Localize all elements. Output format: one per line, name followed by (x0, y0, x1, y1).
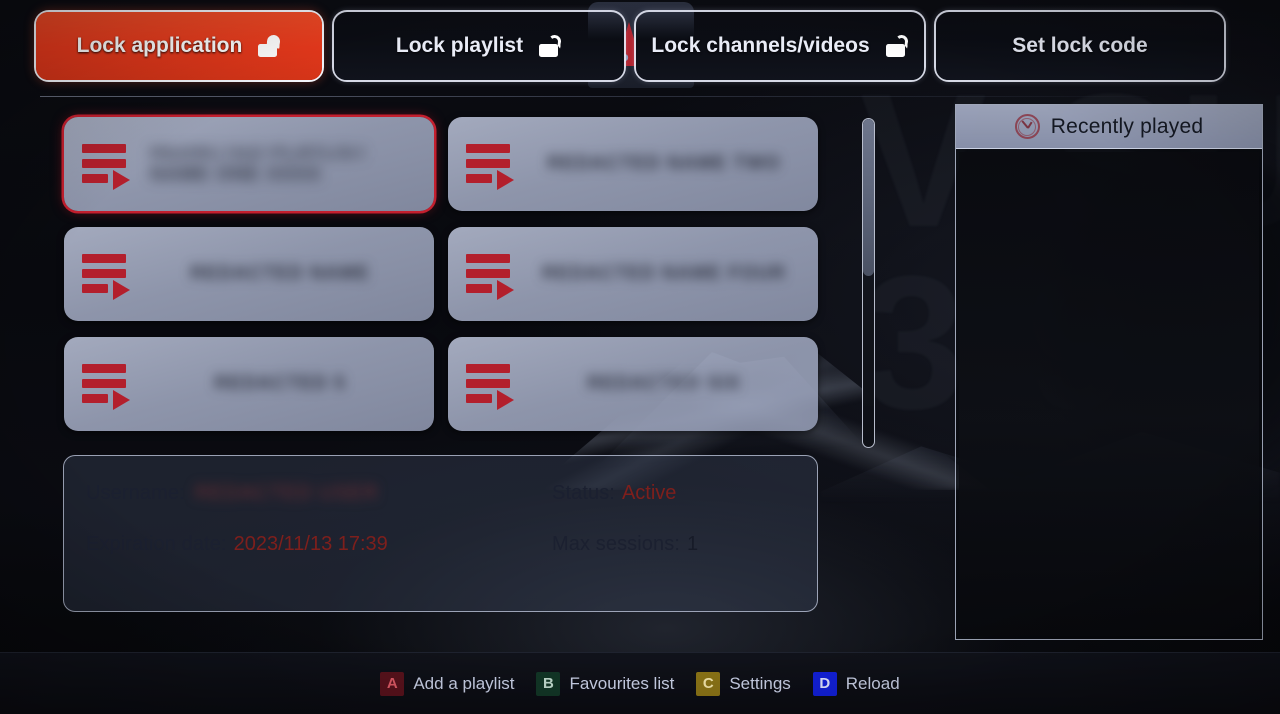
playlist-slot: REDACTED PLAYLIST NAME ONE XXXX (64, 117, 448, 227)
max-sessions-value: 1 (687, 533, 699, 555)
hint-add-a-playlist[interactable]: A Add a playlist (380, 671, 515, 696)
clock-history-icon (1014, 114, 1040, 139)
account-info-row: Username: REDACTED USER Status: Active (86, 482, 787, 505)
expiration-value: 2023/11/13 17:39 (233, 533, 388, 555)
hint-label-settings: Settings (729, 673, 791, 693)
tabbar-divider (40, 96, 1148, 97)
playlist-card[interactable]: REDACTED NAME TWO (448, 117, 818, 211)
tab-lock-channels-videos[interactable]: Lock channels/videos (634, 10, 926, 82)
tab-lock-application[interactable]: Lock application (34, 10, 324, 82)
playlist-name: REDACTED NAME TWO (547, 153, 781, 174)
max-sessions-field: Max sessions: 1 (552, 533, 698, 556)
status-label: Status: (552, 482, 615, 504)
status-field: Status: Active (552, 482, 676, 505)
tab-lock-channels-videos-label: Lock channels/videos (651, 34, 870, 57)
hint-settings[interactable]: C Settings (696, 671, 791, 696)
tab-lock-playlist[interactable]: Lock playlist (332, 10, 626, 82)
playlist-name: REDACTED NAME FOUR (542, 263, 786, 284)
status-badge: Active (621, 482, 677, 504)
playlist-play-icon (82, 140, 136, 190)
hint-reload[interactable]: D Reload (812, 671, 900, 696)
hint-label-reload: Reload (845, 673, 900, 693)
playlist-name: REDACTED NAME (190, 263, 370, 284)
tab-lock-playlist-label: Lock playlist (395, 34, 524, 57)
playlist-card[interactable]: REDACTED NAME FOUR (448, 227, 818, 321)
recently-played-title: Recently played (1050, 114, 1204, 138)
footer-hint-bar: A Add a playlist B Favourites list C Set… (0, 652, 1280, 714)
hint-favourites-list[interactable]: B Favourites list (536, 671, 675, 696)
account-info-row: Expiration date: 2023/11/13 17:39 Max se… (86, 533, 787, 556)
username-value: REDACTED USER (194, 482, 379, 504)
hint-label-favourites-list: Favourites list (569, 673, 675, 693)
playlist-card[interactable]: REDACTED PLAYLIST NAME ONE XXXX (64, 117, 434, 211)
hint-key-a: A (380, 671, 405, 696)
unlock-padlock-icon (539, 34, 562, 57)
username-field: Username: REDACTED USER (86, 482, 552, 505)
unlock-padlock-icon (258, 34, 281, 57)
max-sessions-label: Max sessions: (552, 533, 681, 555)
playlist-slot: REDACTED NAME FOUR (448, 227, 832, 337)
hint-key-d: D (812, 671, 837, 696)
account-info-panel: Username: REDACTED USER Status: Active E… (63, 455, 818, 612)
playlist-grid: REDACTED PLAYLIST NAME ONE XXXX REDACTED… (64, 117, 832, 447)
playlist-play-icon (82, 360, 136, 410)
playlist-play-icon (82, 250, 136, 300)
unlock-padlock-icon (885, 34, 909, 57)
playlist-slot: REDACTED 5 (64, 337, 448, 447)
iptv-player-screen: V SU 3 9 P Lock application Lock playlis… (0, 0, 1280, 714)
expiration-label: Expiration date: (86, 533, 227, 555)
hint-key-b: B (536, 671, 561, 696)
playlist-name: REDACTED PLAYLIST NAME ONE XXXX (150, 147, 368, 181)
playlist-play-icon (466, 250, 520, 300)
playlist-scrollbar-thumb[interactable] (863, 119, 874, 277)
username-label: Username: (86, 482, 185, 504)
recently-played-header: Recently played (956, 105, 1262, 149)
tab-lock-application-label: Lock application (76, 34, 243, 57)
playlist-slot: REDACTED NAME TWO (448, 117, 832, 227)
playlist-card[interactable]: REDACTED 5 (64, 337, 434, 431)
lock-settings-tabbar: Lock application Lock playlist Lock chan… (0, 0, 1280, 92)
playlist-card[interactable]: REDACTED NAME (64, 227, 434, 321)
playlist-slot: REDACTED NAME (64, 227, 448, 337)
recently-played-panel: Recently played (955, 104, 1263, 640)
playlist-play-icon (466, 360, 520, 410)
tab-set-lock-code-label: Set lock code (1012, 34, 1148, 57)
expiration-field: Expiration date: 2023/11/13 17:39 (86, 533, 552, 556)
playlist-scrollbar[interactable] (862, 118, 875, 448)
hint-label-add-a-playlist: Add a playlist (413, 673, 515, 693)
playlist-slot: REDACTED SIX (448, 337, 832, 447)
playlist-play-icon (466, 140, 520, 190)
hint-key-c: C (696, 671, 721, 696)
recently-played-list[interactable] (959, 152, 1259, 636)
playlist-name: REDACTED 5 (214, 373, 346, 394)
playlist-name: REDACTED SIX (587, 373, 741, 394)
playlist-card[interactable]: REDACTED SIX (448, 337, 818, 431)
tab-set-lock-code[interactable]: Set lock code (934, 10, 1226, 82)
